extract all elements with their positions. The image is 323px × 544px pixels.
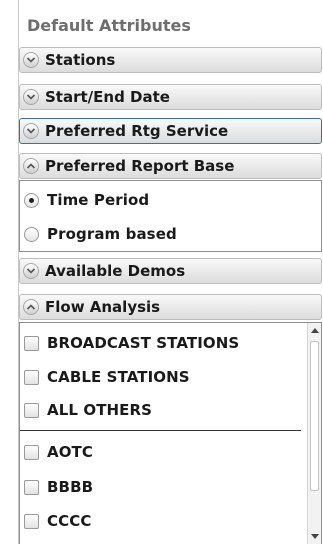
section-label: Preferred Report Base [45, 157, 235, 175]
scroll-down-arrow-icon[interactable] [311, 534, 319, 539]
checkbox[interactable] [24, 513, 39, 529]
chevron-down-icon[interactable] [23, 263, 39, 279]
section-available-demos[interactable]: Available Demos [19, 258, 322, 284]
section-preferred-rtg-service[interactable]: Preferred Rtg Service [19, 118, 322, 144]
radio-program-based[interactable]: Program based [20, 222, 177, 246]
radio-button-selected[interactable] [24, 192, 39, 208]
list-divider [20, 430, 301, 431]
section-stations[interactable]: Stations [19, 47, 322, 73]
section-label: Available Demos [45, 262, 186, 280]
chevron-up-icon[interactable] [23, 299, 39, 315]
radio-button[interactable] [24, 226, 39, 242]
checkbox[interactable] [24, 369, 39, 385]
chevron-up-icon[interactable] [23, 158, 39, 174]
checkbox-cccc[interactable]: CCCC [20, 509, 91, 533]
section-flow-analysis[interactable]: Flow Analysis [19, 294, 322, 320]
vertical-scrollbar[interactable] [307, 323, 321, 544]
checkbox[interactable] [24, 479, 39, 495]
report-base-options: Time Period Program based [19, 180, 322, 252]
checkbox-label: CABLE STATIONS [47, 368, 190, 386]
checkbox-aotc[interactable]: AOTC [20, 440, 93, 464]
checkbox[interactable] [24, 444, 39, 460]
checkbox[interactable] [24, 335, 39, 351]
chevron-down-icon[interactable] [23, 89, 39, 105]
section-start-end-date[interactable]: Start/End Date [19, 84, 322, 110]
section-label: Preferred Rtg Service [45, 122, 229, 140]
flow-analysis-list: BROADCAST STATIONS CABLE STATIONS ALL OT… [19, 322, 322, 544]
checkbox-label: BBBB [47, 478, 94, 496]
checkbox-label: CCCC [47, 512, 92, 530]
section-label: Stations [45, 51, 116, 69]
radio-label: Program based [47, 225, 177, 243]
checkbox-label: AOTC [47, 443, 94, 461]
checkbox-cable-stations[interactable]: CABLE STATIONS [20, 365, 190, 389]
checkbox-bbbb[interactable]: BBBB [20, 475, 93, 499]
panel-title: Default Attributes [27, 16, 191, 35]
scroll-thumb[interactable] [310, 341, 319, 491]
chevron-down-icon[interactable] [23, 123, 39, 139]
chevron-down-icon[interactable] [23, 52, 39, 68]
checkbox[interactable] [24, 402, 39, 418]
checkbox-label: BROADCAST STATIONS [47, 334, 240, 352]
section-label: Start/End Date [45, 88, 170, 106]
radio-label: Time Period [47, 191, 150, 209]
checkbox-broadcast-stations[interactable]: BROADCAST STATIONS [20, 331, 239, 355]
checkbox-all-others[interactable]: ALL OTHERS [20, 398, 152, 422]
radio-time-period[interactable]: Time Period [20, 188, 149, 212]
checkbox-label: ALL OTHERS [47, 401, 153, 419]
section-label: Flow Analysis [45, 298, 161, 316]
default-attributes-panel: Default Attributes Stations Start/End Da… [18, 0, 323, 544]
section-preferred-report-base[interactable]: Preferred Report Base [19, 153, 322, 179]
scroll-up-arrow-icon[interactable] [311, 328, 319, 333]
